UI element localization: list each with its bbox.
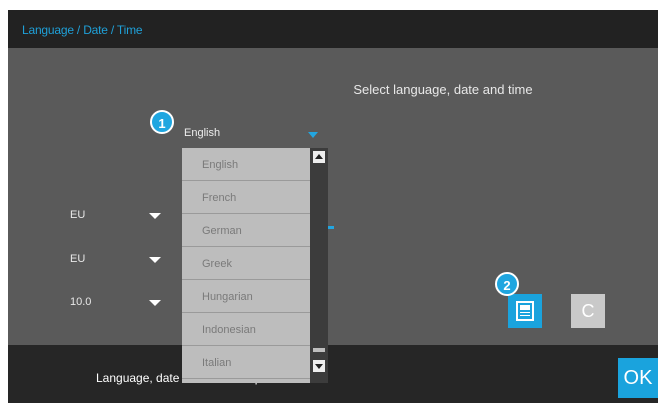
dropdown-option[interactable]: Greek <box>182 247 310 280</box>
heading-text: Select language, date and time <box>353 82 533 97</box>
page-heading: Select language, date and time <box>8 82 658 97</box>
dropdown-option[interactable]: German <box>182 214 310 247</box>
dropdown-option[interactable]: English <box>182 148 310 181</box>
language-select[interactable]: English <box>180 124 330 144</box>
dropdown-scrollbar[interactable] <box>310 148 328 383</box>
ok-button[interactable]: OK <box>618 358 658 398</box>
dropdown-option[interactable]: Hungarian <box>182 280 310 313</box>
cancel-button[interactable]: C <box>571 294 605 328</box>
time-select[interactable]: 10.0 <box>58 293 168 313</box>
focus-indicator <box>328 226 334 229</box>
date-format-value: EU <box>70 209 86 221</box>
callout-badge-2: 2 <box>495 272 519 296</box>
chevron-down-icon[interactable] <box>149 300 161 306</box>
time-format-value: EU <box>70 253 86 265</box>
language-dropdown-list[interactable]: English French German Greek Hungarian In… <box>182 148 310 383</box>
scroll-thumb[interactable] <box>313 348 325 352</box>
date-format-select[interactable]: EU <box>58 206 168 226</box>
dropdown-option[interactable]: Indonesian <box>182 313 310 346</box>
callout-badge-1: 1 <box>150 110 174 134</box>
dropdown-option[interactable]: French <box>182 181 310 214</box>
settings-screen: Language / Date / Time Select language, … <box>8 10 658 403</box>
language-selected-value: English <box>184 127 221 139</box>
bottom-bar: Language, date and time setup <box>8 345 658 403</box>
save-button[interactable] <box>508 294 542 328</box>
chevron-down-icon[interactable] <box>308 132 318 138</box>
chevron-down-icon[interactable] <box>149 257 161 263</box>
title-bar: Language / Date / Time <box>8 10 658 48</box>
chevron-down-icon[interactable] <box>149 213 161 219</box>
time-format-select[interactable]: EU <box>58 250 168 270</box>
dropdown-option[interactable]: Italian <box>182 346 310 379</box>
save-disk-icon <box>516 301 534 321</box>
time-value: 10.0 <box>70 296 92 308</box>
scroll-up-icon[interactable] <box>313 151 325 163</box>
scroll-down-icon[interactable] <box>313 360 325 372</box>
window-title: Language / Date / Time <box>22 23 143 37</box>
